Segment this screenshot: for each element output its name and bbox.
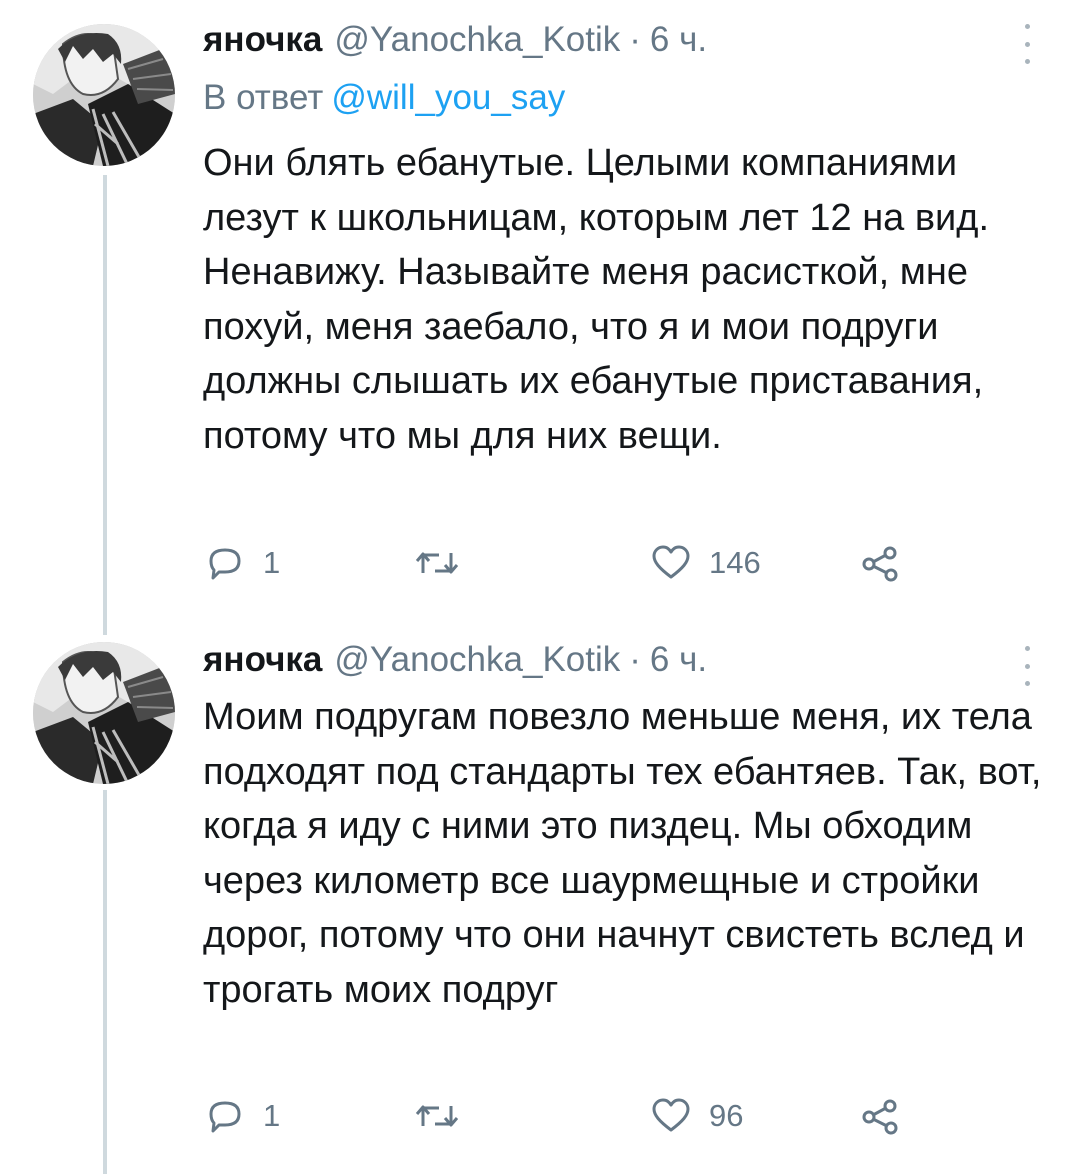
retweet-icon <box>413 1094 461 1138</box>
share-button[interactable] <box>858 541 902 585</box>
action-bar: 1 146 <box>203 541 923 585</box>
like-button[interactable]: 96 <box>649 1094 743 1138</box>
action-bar: 1 96 <box>203 1094 923 1138</box>
reply-count: 1 <box>263 1098 281 1133</box>
tweet-header: яночка @Yanochka_Kotik · 6 ч. <box>203 20 707 64</box>
speech-bubble-icon <box>203 541 247 585</box>
more-options-icon[interactable] <box>1014 646 1040 686</box>
heart-icon <box>649 541 693 585</box>
retweet-button[interactable] <box>413 541 477 585</box>
user-handle[interactable]: @Yanochka_Kotik <box>334 640 620 680</box>
reply-button[interactable]: 1 <box>203 1094 280 1138</box>
like-count: 146 <box>709 545 761 580</box>
heart-icon <box>649 1094 693 1138</box>
display-name[interactable]: яночка <box>203 640 322 680</box>
tweet-header: яночка @Yanochka_Kotik · 6 ч. <box>203 640 707 684</box>
like-count: 96 <box>709 1098 744 1133</box>
reply-button[interactable]: 1 <box>203 541 280 585</box>
share-icon <box>858 541 902 585</box>
timestamp[interactable]: 6 ч. <box>650 20 707 60</box>
tweet-1[interactable]: яночка @Yanochka_Kotik · 6 ч. В ответ @wi… <box>0 0 1080 620</box>
more-options-icon[interactable] <box>1014 24 1040 64</box>
timestamp[interactable]: 6 ч. <box>650 640 707 680</box>
reply-prefix: В ответ <box>203 78 324 117</box>
display-name[interactable]: яночка <box>203 20 322 60</box>
separator-dot: · <box>629 640 641 679</box>
speech-bubble-icon <box>203 1094 247 1138</box>
retweet-icon <box>413 541 461 585</box>
share-button[interactable] <box>858 1094 902 1138</box>
tweet-2[interactable]: яночка @Yanochka_Kotik · 6 ч. Моим подру… <box>0 620 1080 1174</box>
retweet-button[interactable] <box>413 1094 477 1138</box>
reply-context: В ответ @will_you_say <box>203 78 565 118</box>
reply-mention-link[interactable]: @will_you_say <box>331 78 565 117</box>
tweet-text: Они блять ебанутые. Целыми компаниями ле… <box>203 142 990 457</box>
tweet-text: Моим подругам повезло меньше меня, их те… <box>203 696 1042 1011</box>
separator-dot: · <box>629 20 641 59</box>
user-handle[interactable]: @Yanochka_Kotik <box>334 20 620 60</box>
like-button[interactable]: 146 <box>649 541 761 585</box>
user-avatar[interactable] <box>33 642 175 784</box>
user-avatar[interactable] <box>33 24 175 166</box>
reply-count: 1 <box>263 545 281 580</box>
share-icon <box>858 1094 902 1138</box>
